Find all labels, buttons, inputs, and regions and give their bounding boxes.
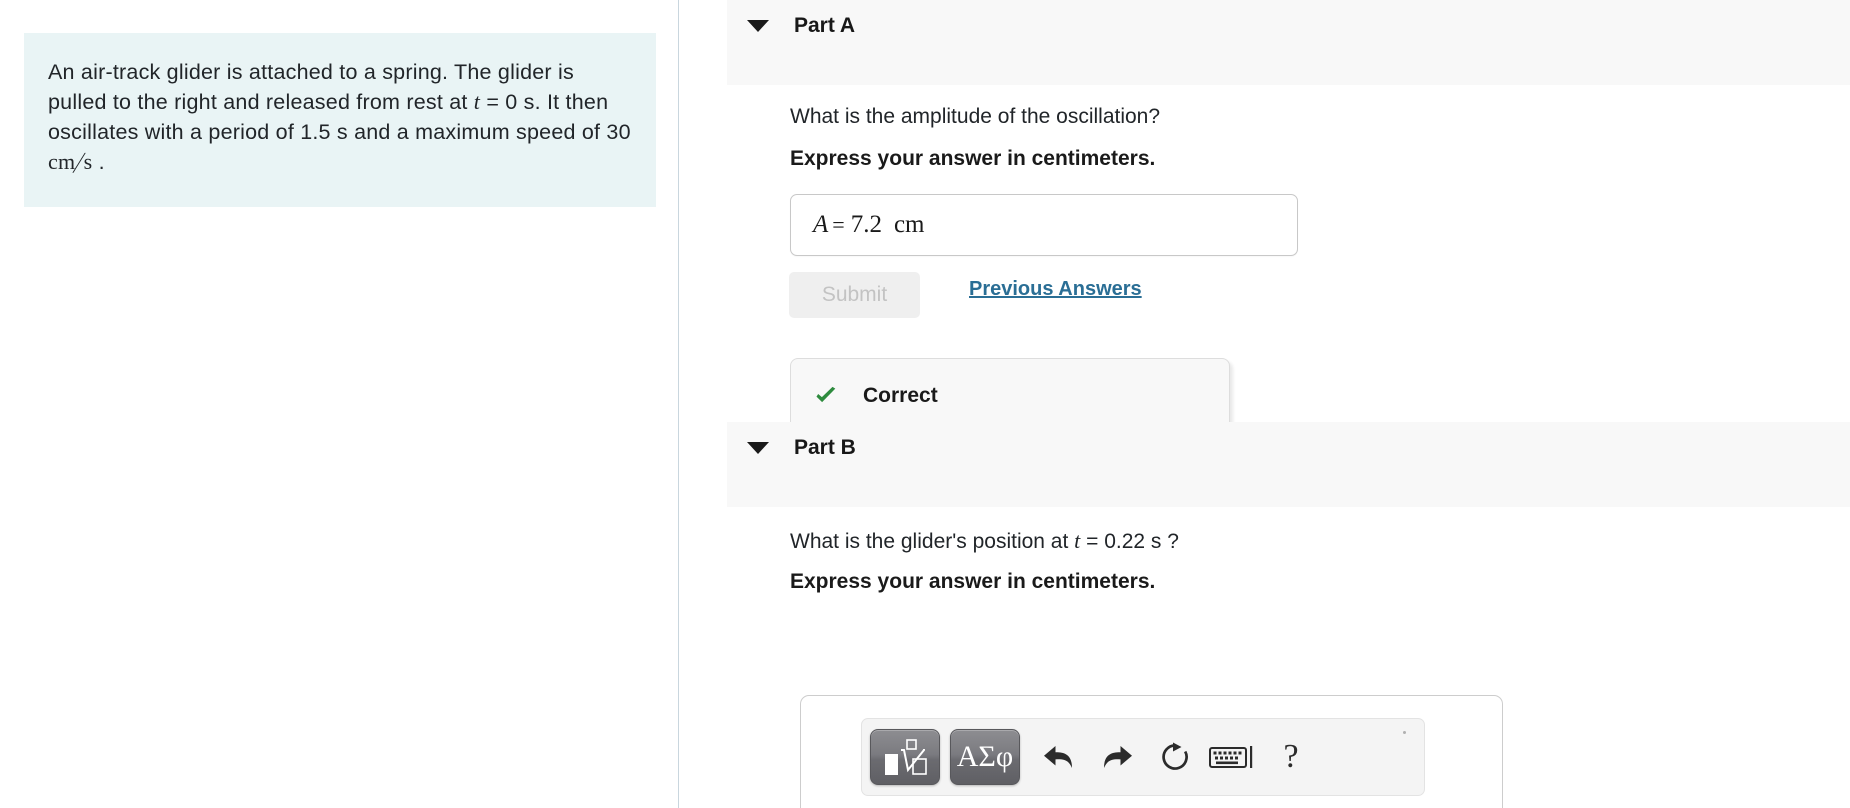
caret-down-icon[interactable] — [747, 442, 769, 454]
part-a-express-instruction: Express your answer in centimeters. — [790, 147, 1156, 170]
keyboard-icon — [1209, 746, 1253, 768]
part-b-question-pre: What is the glider's position at — [790, 530, 1075, 553]
part-a-question: What is the amplitude of the oscillation… — [790, 105, 1161, 128]
unit-cm: cm — [48, 149, 76, 174]
feedback-label: Correct — [863, 383, 938, 407]
part-a-title: Part A — [794, 14, 856, 37]
submit-button[interactable]: Submit — [789, 272, 920, 318]
answer-unit: cm — [893, 211, 925, 238]
part-b-answer-box[interactable]: ΑΣφ ? — [800, 695, 1503, 808]
previous-answers-link[interactable]: Previous Answers — [969, 278, 1142, 301]
part-b-header[interactable]: Part B — [727, 422, 1850, 507]
template-icon — [885, 739, 927, 775]
part-b-express-instruction: Express your answer in centimeters. — [790, 570, 1156, 593]
keyboard-button[interactable] — [1204, 729, 1262, 785]
part-b-question: What is the glider's position at t = 0.2… — [790, 528, 1179, 554]
answer-symbol: A — [813, 211, 829, 238]
redo-icon — [1104, 746, 1132, 768]
problem-statement-card: An air-track glider is attached to a spr… — [24, 33, 656, 207]
checkmark-icon — [816, 386, 836, 402]
part-a-answer-input[interactable]: A = 7.2 cm — [790, 194, 1298, 256]
toolbar-indicator-dot — [1403, 731, 1406, 734]
problem-statement-text: An air-track glider is attached to a spr… — [48, 57, 632, 179]
undo-icon — [1044, 746, 1072, 768]
assignment-page: An air-track glider is attached to a spr… — [0, 0, 1850, 808]
help-button[interactable]: ? — [1262, 729, 1320, 785]
part-b-question-post: = 0.22 s ? — [1080, 530, 1179, 553]
part-a-answer-expression: A = 7.2 cm — [813, 211, 925, 239]
template-icon-button[interactable] — [870, 729, 940, 785]
caret-down-icon[interactable] — [747, 20, 769, 32]
problem-unit-cm-per-s: cm/s — [48, 145, 92, 179]
greek-symbols-label: ΑΣφ — [956, 740, 1014, 773]
reset-button[interactable] — [1146, 729, 1204, 785]
undo-button[interactable] — [1030, 729, 1088, 785]
redo-button[interactable] — [1088, 729, 1146, 785]
parts-pane: Part A What is the amplitude of the osci… — [680, 0, 1850, 808]
reset-icon — [1162, 742, 1188, 770]
answer-value: 7.2 — [850, 211, 882, 238]
part-a-header[interactable]: Part A — [727, 0, 1850, 85]
problem-text-part-3: . — [92, 150, 105, 174]
greek-symbols-button[interactable]: ΑΣφ — [950, 729, 1020, 785]
problem-pane: An air-track glider is attached to a spr… — [0, 0, 679, 808]
part-b-title: Part B — [794, 436, 856, 459]
answer-equals: = — [832, 212, 845, 237]
math-toolbar: ΑΣφ ? — [861, 718, 1425, 796]
